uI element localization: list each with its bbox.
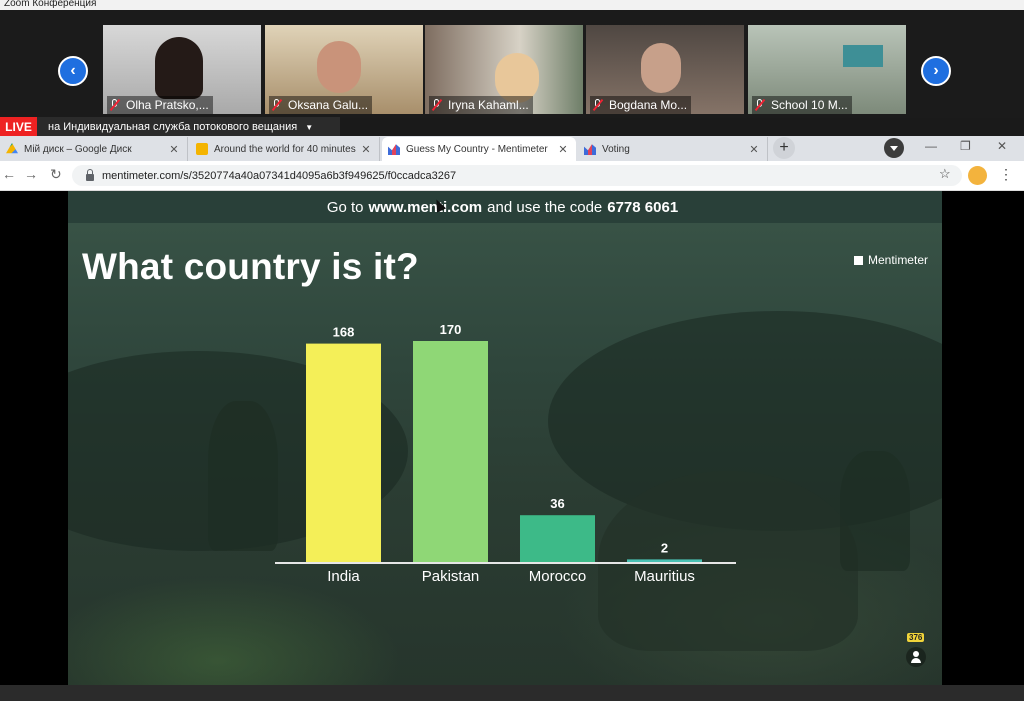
mic-muted-icon (592, 99, 604, 111)
url-text: mentimeter.com/s/3520774a40a07341d4095a6… (102, 169, 457, 182)
bar-value-label: 170 (440, 322, 462, 337)
browser-tab-strip: Мій диск – Google Диск ✕ Around the worl… (0, 136, 1024, 161)
caret-down-icon: ▼ (305, 122, 314, 132)
participant-label: Iryna Kahaml... (429, 96, 533, 114)
category-label: India (327, 568, 360, 585)
category-label: Morocco (529, 568, 587, 585)
category-label: Mauritius (634, 568, 695, 585)
close-tab-icon[interactable]: ✕ (747, 143, 761, 156)
close-tab-icon[interactable]: ✕ (556, 143, 570, 156)
participant-label: Olha Pratsko,... (107, 96, 213, 114)
menu-kebab-icon[interactable]: ⋮ (999, 166, 1013, 183)
gallery-next-button[interactable]: › (921, 56, 951, 86)
stream-service-label: на Индивидуальная служба потокового веща… (48, 121, 298, 133)
bar-pakistan (413, 341, 488, 562)
chevron-right-icon: › (933, 62, 939, 79)
tab-voting[interactable]: Voting ✕ (578, 137, 768, 161)
restore-icon[interactable]: ❐ (960, 139, 971, 153)
person-icon (906, 647, 926, 667)
participant-label: School 10 M... (752, 96, 852, 114)
live-badge[interactable]: LIVE (0, 117, 37, 137)
chevron-left-icon: ‹ (70, 62, 76, 79)
bar-india (306, 343, 381, 562)
close-tab-icon[interactable]: ✕ (359, 143, 373, 156)
bookmark-star-icon[interactable]: ☆ (939, 166, 951, 182)
participant-tile[interactable]: Bogdana Mo... (586, 25, 744, 114)
mic-muted-icon (754, 99, 766, 111)
zoom-window-title: Zoom Конференция (0, 0, 1024, 10)
stream-service-dropdown[interactable]: на Индивидуальная служба потокового веща… (37, 117, 340, 137)
tab-search-button[interactable] (884, 138, 904, 158)
lock-icon (86, 169, 94, 181)
taskbar-strip (0, 685, 1024, 701)
google-drive-icon (6, 143, 18, 154)
bar-value-label: 2 (661, 540, 668, 555)
response-count: 376 (907, 633, 925, 642)
mic-muted-icon (431, 99, 443, 111)
participant-tile[interactable]: School 10 M... (748, 25, 906, 114)
bar-value-label: 36 (550, 496, 564, 511)
close-window-icon[interactable]: ✕ (997, 139, 1007, 153)
bar-value-label: 168 (333, 325, 355, 340)
mentimeter-icon (388, 144, 400, 155)
gallery-prev-button[interactable]: ‹ (58, 56, 88, 86)
participant-label: Bogdana Mo... (590, 96, 692, 114)
tab-guess-my-country[interactable]: Guess My Country - Mentimeter ✕ (382, 137, 576, 161)
new-tab-button[interactable]: + (773, 137, 795, 159)
page-viewport: Go to www.menti.com and use the code 677… (0, 191, 1024, 685)
results-bar-chart: 168 India 170 Pakistan 36 Morocco 2 Mauritius (275, 322, 736, 585)
participant-tile[interactable]: Olha Pratsko,... (103, 25, 261, 114)
category-label: Pakistan (422, 568, 480, 585)
plus-icon: + (779, 139, 789, 156)
participant-tile[interactable]: Oksana Galu... (265, 25, 423, 114)
mentimeter-slide: Go to www.menti.com and use the code 677… (68, 191, 942, 685)
mentimeter-icon (584, 144, 596, 155)
close-tab-icon[interactable]: ✕ (167, 143, 181, 156)
minimize-icon[interactable]: — (925, 139, 937, 153)
reload-icon[interactable]: ↻ (50, 166, 62, 183)
mic-muted-icon (109, 99, 121, 111)
forward-arrow-icon[interactable]: → (24, 166, 38, 182)
back-arrow-icon[interactable]: ← (2, 166, 16, 182)
slides-icon (196, 143, 208, 155)
tab-google-drive[interactable]: Мій диск – Google Диск ✕ (0, 137, 188, 161)
mic-muted-icon (271, 99, 283, 111)
zoom-gallery-bar: ‹ Olha Pratsko,... Oksana Galu... Iryna … (0, 10, 1024, 118)
bar-morocco (520, 515, 595, 562)
profile-avatar[interactable] (968, 166, 987, 185)
address-toolbar: ← → ↻ mentimeter.com/s/3520774a40a07341d… (0, 161, 1024, 191)
address-bar[interactable]: mentimeter.com/s/3520774a40a07341d4095a6… (72, 165, 962, 186)
participant-label: Oksana Galu... (269, 96, 373, 114)
participant-tile[interactable]: Iryna Kahaml... (425, 25, 583, 114)
tab-around-the-world[interactable]: Around the world for 40 minutes ✕ (190, 137, 380, 161)
bar-mauritius (627, 559, 702, 562)
